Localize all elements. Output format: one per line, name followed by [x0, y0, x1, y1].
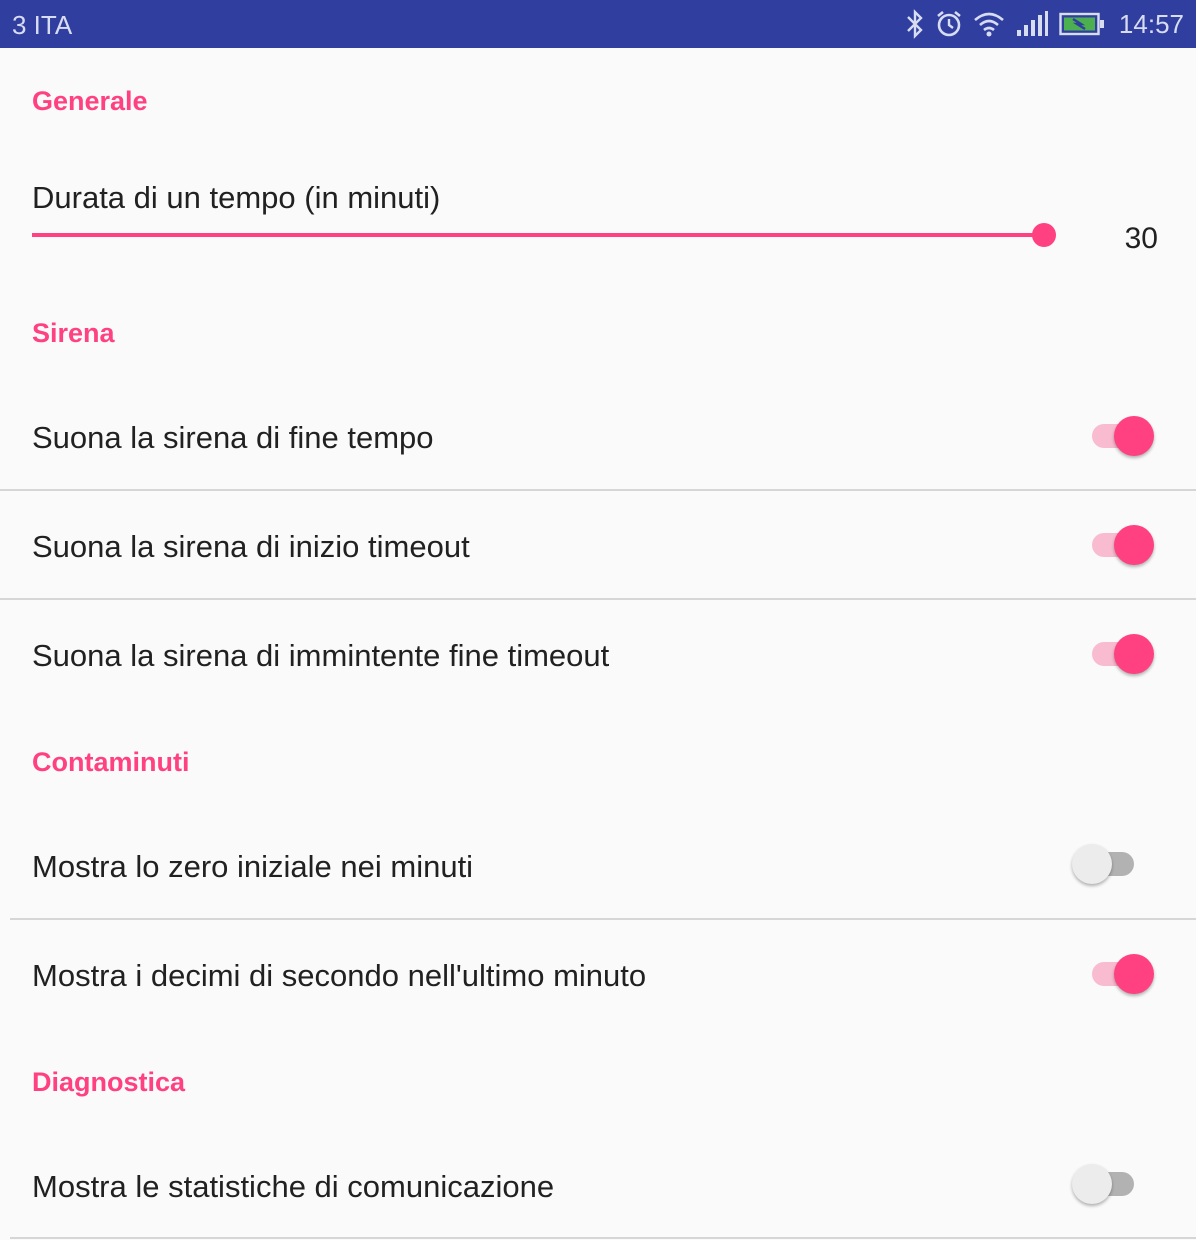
pref-comm-stats[interactable]: Mostra le statistiche di comunicazione [32, 1169, 554, 1205]
wifi-icon [973, 10, 1005, 38]
switch-siren-end-time[interactable] [1088, 412, 1160, 460]
section-header-contaminuti: Contaminuti [32, 747, 190, 777]
pref-siren-timeout-end[interactable]: Suona la sirena di immintente fine timeo… [32, 638, 609, 674]
switch-thumb [1114, 954, 1154, 994]
clock: 14:57 [1118, 8, 1184, 39]
section-header-generale: Generale [32, 86, 148, 116]
switch-siren-timeout-start[interactable] [1088, 521, 1160, 569]
carrier-name: 3 ITA [12, 10, 73, 40]
status-icons: 14:57 [905, 6, 1184, 42]
switch-thumb [1114, 416, 1154, 456]
battery-charging-icon [1059, 12, 1105, 36]
divider [10, 1237, 1196, 1239]
switch-leading-zero[interactable] [1072, 840, 1146, 888]
duration-title: Durata di un tempo (in minuti) [32, 180, 441, 215]
divider [10, 918, 1196, 920]
section-header-sirena: Sirena [32, 318, 115, 348]
alarm-icon [935, 9, 963, 39]
bluetooth-icon [905, 9, 925, 39]
switch-tenths-last-minute[interactable] [1088, 950, 1160, 998]
switch-thumb [1114, 525, 1154, 565]
duration-slider-track[interactable] [32, 233, 1044, 237]
status-bar: 3 ITA 14:57 [0, 0, 1196, 48]
pref-tenths-last-minute[interactable]: Mostra i decimi di secondo nell'ultimo m… [32, 958, 646, 994]
section-header-diagnostica: Diagnostica [32, 1067, 186, 1097]
pref-siren-timeout-start[interactable]: Suona la sirena di inizio timeout [32, 529, 470, 565]
switch-thumb [1072, 844, 1112, 884]
pref-siren-end-time[interactable]: Suona la sirena di fine tempo [32, 420, 434, 456]
switch-comm-stats[interactable] [1072, 1160, 1146, 1208]
switch-thumb [1072, 1164, 1112, 1204]
signal-icon [1015, 10, 1049, 38]
divider [0, 489, 1196, 491]
switch-siren-timeout-end[interactable] [1088, 630, 1160, 678]
pref-leading-zero[interactable]: Mostra lo zero iniziale nei minuti [32, 849, 473, 885]
duration-value: 30 [1124, 222, 1158, 255]
divider [0, 598, 1196, 600]
duration-slider-thumb[interactable] [1032, 223, 1056, 247]
switch-thumb [1114, 634, 1154, 674]
